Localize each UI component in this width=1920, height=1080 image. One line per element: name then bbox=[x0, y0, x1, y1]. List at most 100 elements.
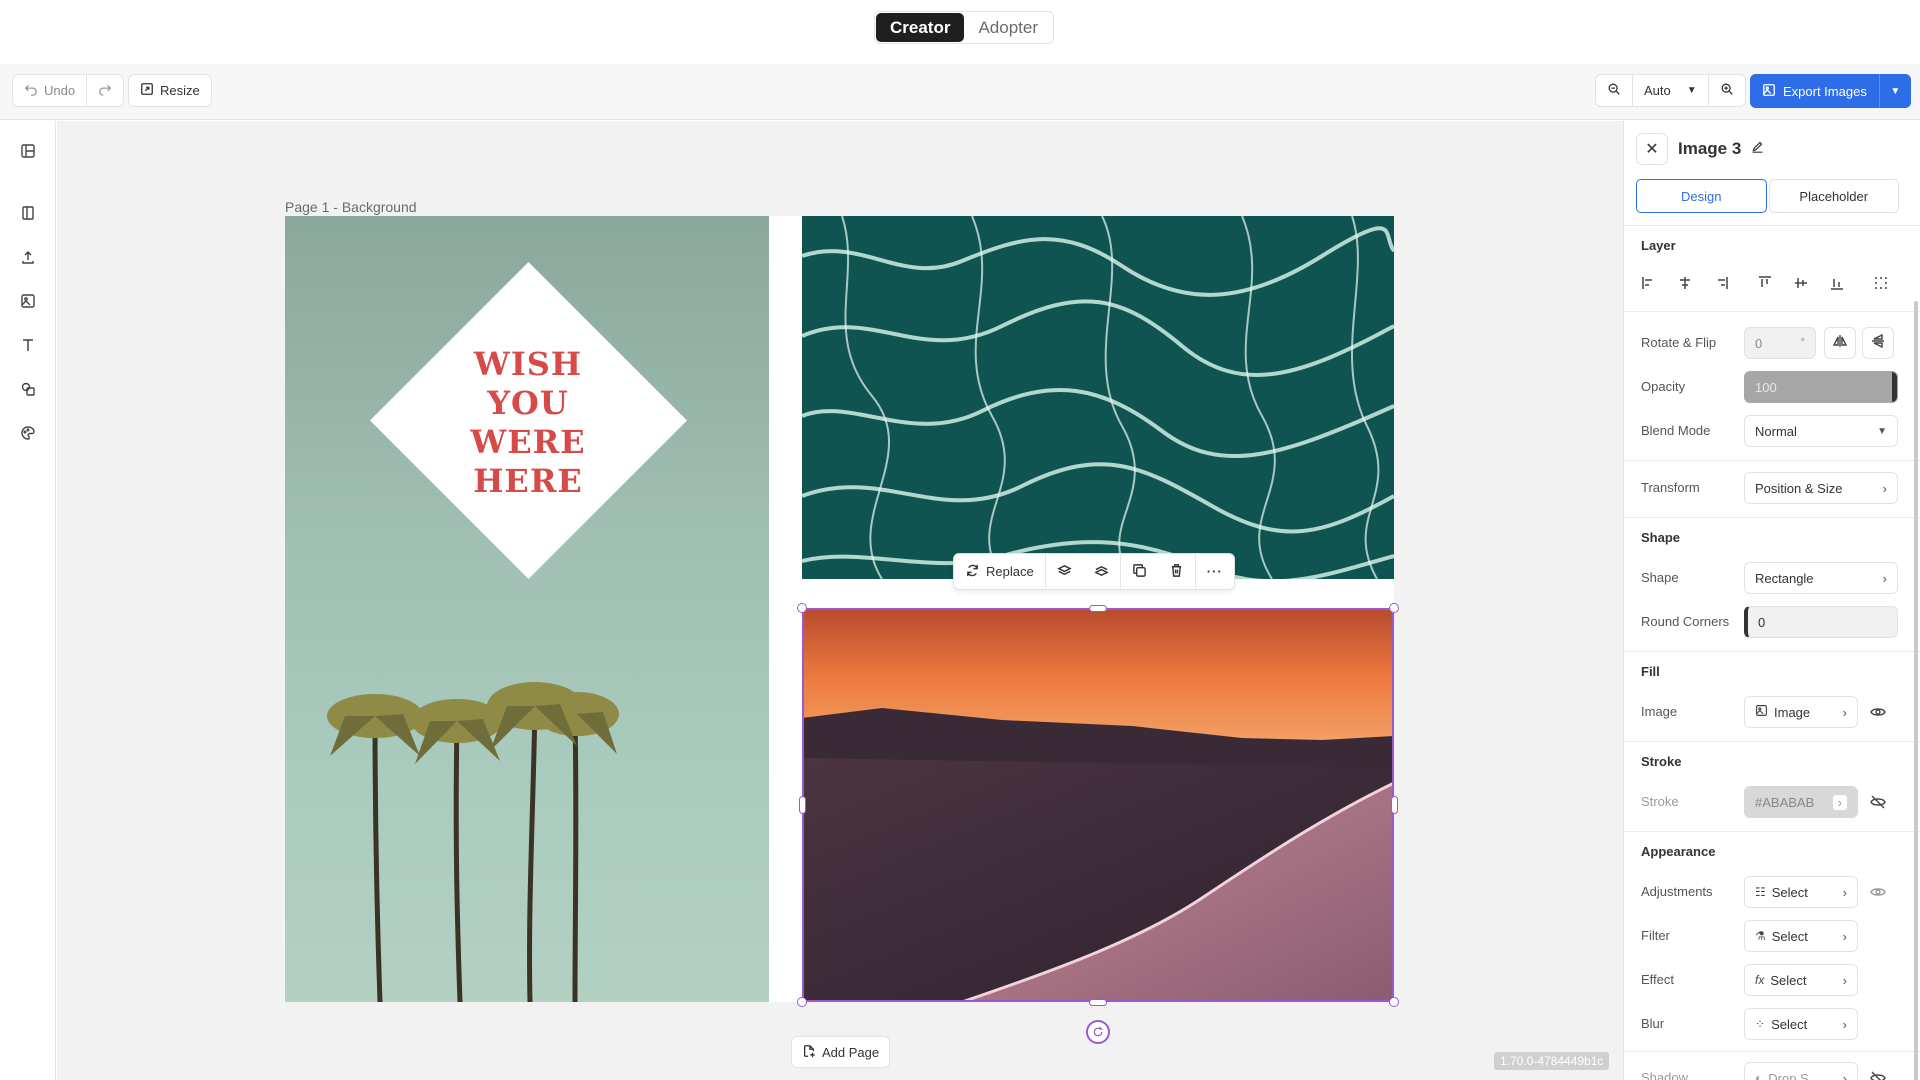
eye-off-icon[interactable] bbox=[1868, 792, 1888, 812]
shadow-label: Shadow bbox=[1641, 1070, 1688, 1080]
editor-toolbar: Undo Resize Auto ▼ Export Images ▼ bbox=[0, 64, 1920, 120]
tab-design[interactable]: Design bbox=[1636, 179, 1767, 213]
shapes-icon[interactable] bbox=[18, 379, 38, 399]
filter-value: Select bbox=[1771, 928, 1808, 944]
effect-fx-icon: fx bbox=[1755, 973, 1765, 987]
layer-section-title: Layer bbox=[1641, 238, 1676, 253]
replace-label: Replace bbox=[986, 564, 1034, 579]
adopter-mode-button[interactable]: Adopter bbox=[964, 13, 1052, 42]
stroke-value: #ABABAB bbox=[1755, 794, 1815, 810]
zoom-in-button[interactable] bbox=[1709, 75, 1745, 106]
zoom-select[interactable]: Auto ▼ bbox=[1633, 75, 1708, 106]
filter-select[interactable]: ⚗ Select › bbox=[1744, 920, 1858, 952]
align-center-h-icon[interactable] bbox=[1675, 273, 1695, 293]
element-context-toolbar: Replace ··· bbox=[953, 553, 1235, 590]
align-middle-v-icon[interactable] bbox=[1791, 273, 1811, 293]
resize-handle-bottom-left[interactable] bbox=[797, 997, 807, 1007]
creator-mode-button[interactable]: Creator bbox=[876, 13, 965, 42]
align-top-icon[interactable] bbox=[1755, 273, 1775, 293]
more-options-button[interactable]: ··· bbox=[1196, 554, 1234, 589]
replace-button[interactable]: Replace bbox=[954, 554, 1045, 589]
panel-scrollbar[interactable] bbox=[1914, 301, 1918, 1080]
section-divider bbox=[1624, 1051, 1920, 1052]
align-left-icon[interactable] bbox=[1639, 273, 1659, 293]
send-backward-button[interactable] bbox=[1083, 554, 1120, 589]
resize-button[interactable]: Resize bbox=[129, 75, 211, 106]
blur-select[interactable]: ⁘ Select › bbox=[1744, 1008, 1858, 1040]
add-page-button[interactable]: Add Page bbox=[791, 1036, 891, 1068]
effect-select[interactable]: fx Select › bbox=[1744, 964, 1858, 996]
zoom-in-icon bbox=[1720, 82, 1734, 99]
rotate-label: Rotate & Flip bbox=[1641, 335, 1717, 350]
duplicate-button[interactable] bbox=[1121, 554, 1158, 589]
tab-placeholder[interactable]: Placeholder bbox=[1768, 179, 1899, 213]
redo-button[interactable] bbox=[87, 75, 123, 106]
zoom-group: Auto ▼ bbox=[1595, 74, 1746, 107]
mode-toggle: Creator Adopter bbox=[874, 11, 1055, 44]
shadow-select[interactable]: ◐ Drop S... › bbox=[1744, 1062, 1858, 1080]
add-page-label: Add Page bbox=[822, 1044, 880, 1060]
palette-icon[interactable] bbox=[18, 423, 38, 443]
image-icon[interactable] bbox=[18, 291, 38, 311]
round-corners-slider[interactable]: 0 bbox=[1744, 606, 1898, 638]
transform-button[interactable]: Position & Size › bbox=[1744, 472, 1898, 504]
resize-label: Resize bbox=[160, 83, 200, 98]
resize-handle-bottom-right[interactable] bbox=[1389, 997, 1399, 1007]
export-images-button[interactable]: Export Images bbox=[1750, 74, 1879, 108]
edit-name-icon[interactable] bbox=[1751, 140, 1764, 158]
blend-mode-value: Normal bbox=[1755, 423, 1797, 439]
align-right-icon[interactable] bbox=[1711, 273, 1731, 293]
resize-handle-right[interactable] bbox=[1391, 796, 1398, 814]
replace-icon bbox=[965, 563, 980, 581]
resize-handle-left[interactable] bbox=[799, 796, 806, 814]
flip-horizontal-button[interactable] bbox=[1824, 327, 1856, 359]
eye-icon[interactable] bbox=[1868, 882, 1888, 902]
stroke-label: Stroke bbox=[1641, 794, 1679, 809]
beach-sunset-image[interactable] bbox=[802, 608, 1394, 1002]
adjustments-select[interactable]: ☷ Select › bbox=[1744, 876, 1858, 908]
rotate-input[interactable]: 0 ° bbox=[1744, 327, 1816, 359]
flip-vertical-icon bbox=[1870, 333, 1886, 354]
align-bottom-icon[interactable] bbox=[1827, 273, 1847, 293]
resize-handle-top[interactable] bbox=[1089, 605, 1107, 612]
undo-button[interactable]: Undo bbox=[13, 75, 86, 106]
flip-vertical-button[interactable] bbox=[1862, 327, 1894, 359]
export-group: Export Images ▼ bbox=[1750, 74, 1911, 108]
fill-image-button[interactable]: Image › bbox=[1744, 696, 1858, 728]
close-panel-button[interactable]: ✕ bbox=[1636, 133, 1668, 165]
resize-handle-top-left[interactable] bbox=[797, 603, 807, 613]
fill-section-title: Fill bbox=[1641, 664, 1660, 679]
undo-label: Undo bbox=[44, 83, 76, 98]
eye-off-icon[interactable] bbox=[1868, 1068, 1888, 1080]
send-backward-icon bbox=[1094, 563, 1109, 581]
shape-select[interactable]: Rectangle › bbox=[1744, 562, 1898, 594]
stroke-color-button[interactable]: #ABABAB › bbox=[1744, 786, 1858, 818]
resize-handle-bottom[interactable] bbox=[1089, 999, 1107, 1006]
library-icon[interactable] bbox=[18, 203, 38, 223]
layout-icon[interactable] bbox=[18, 141, 38, 161]
distribute-grid-icon[interactable] bbox=[1871, 273, 1891, 293]
section-divider bbox=[1624, 311, 1920, 312]
adjustments-value: Select bbox=[1771, 884, 1808, 900]
blend-mode-select[interactable]: Normal ▼ bbox=[1744, 415, 1898, 447]
chevron-right-icon: › bbox=[1842, 1070, 1847, 1080]
section-divider bbox=[1624, 460, 1920, 461]
eye-icon[interactable] bbox=[1868, 702, 1888, 722]
wish-you-were-here-text[interactable]: WISH YOU WERE HERE bbox=[420, 345, 636, 501]
bring-forward-button[interactable] bbox=[1046, 554, 1083, 589]
export-options-button[interactable]: ▼ bbox=[1878, 74, 1911, 108]
opacity-slider[interactable]: 100 bbox=[1744, 371, 1898, 403]
delete-button[interactable] bbox=[1158, 554, 1195, 589]
chevron-right-icon: › bbox=[1832, 794, 1847, 810]
zoom-out-button[interactable] bbox=[1596, 75, 1632, 106]
resize-handle-top-right[interactable] bbox=[1389, 603, 1399, 613]
image-icon bbox=[1755, 704, 1768, 720]
blur-icon: ⁘ bbox=[1755, 1017, 1766, 1031]
opacity-slider-thumb[interactable] bbox=[1892, 372, 1897, 402]
section-divider bbox=[1624, 517, 1920, 518]
upload-icon[interactable] bbox=[18, 247, 38, 267]
appearance-section-title: Appearance bbox=[1641, 844, 1716, 859]
text-icon[interactable] bbox=[18, 335, 38, 355]
water-image[interactable] bbox=[802, 216, 1394, 579]
rotate-handle[interactable] bbox=[1086, 1020, 1110, 1044]
